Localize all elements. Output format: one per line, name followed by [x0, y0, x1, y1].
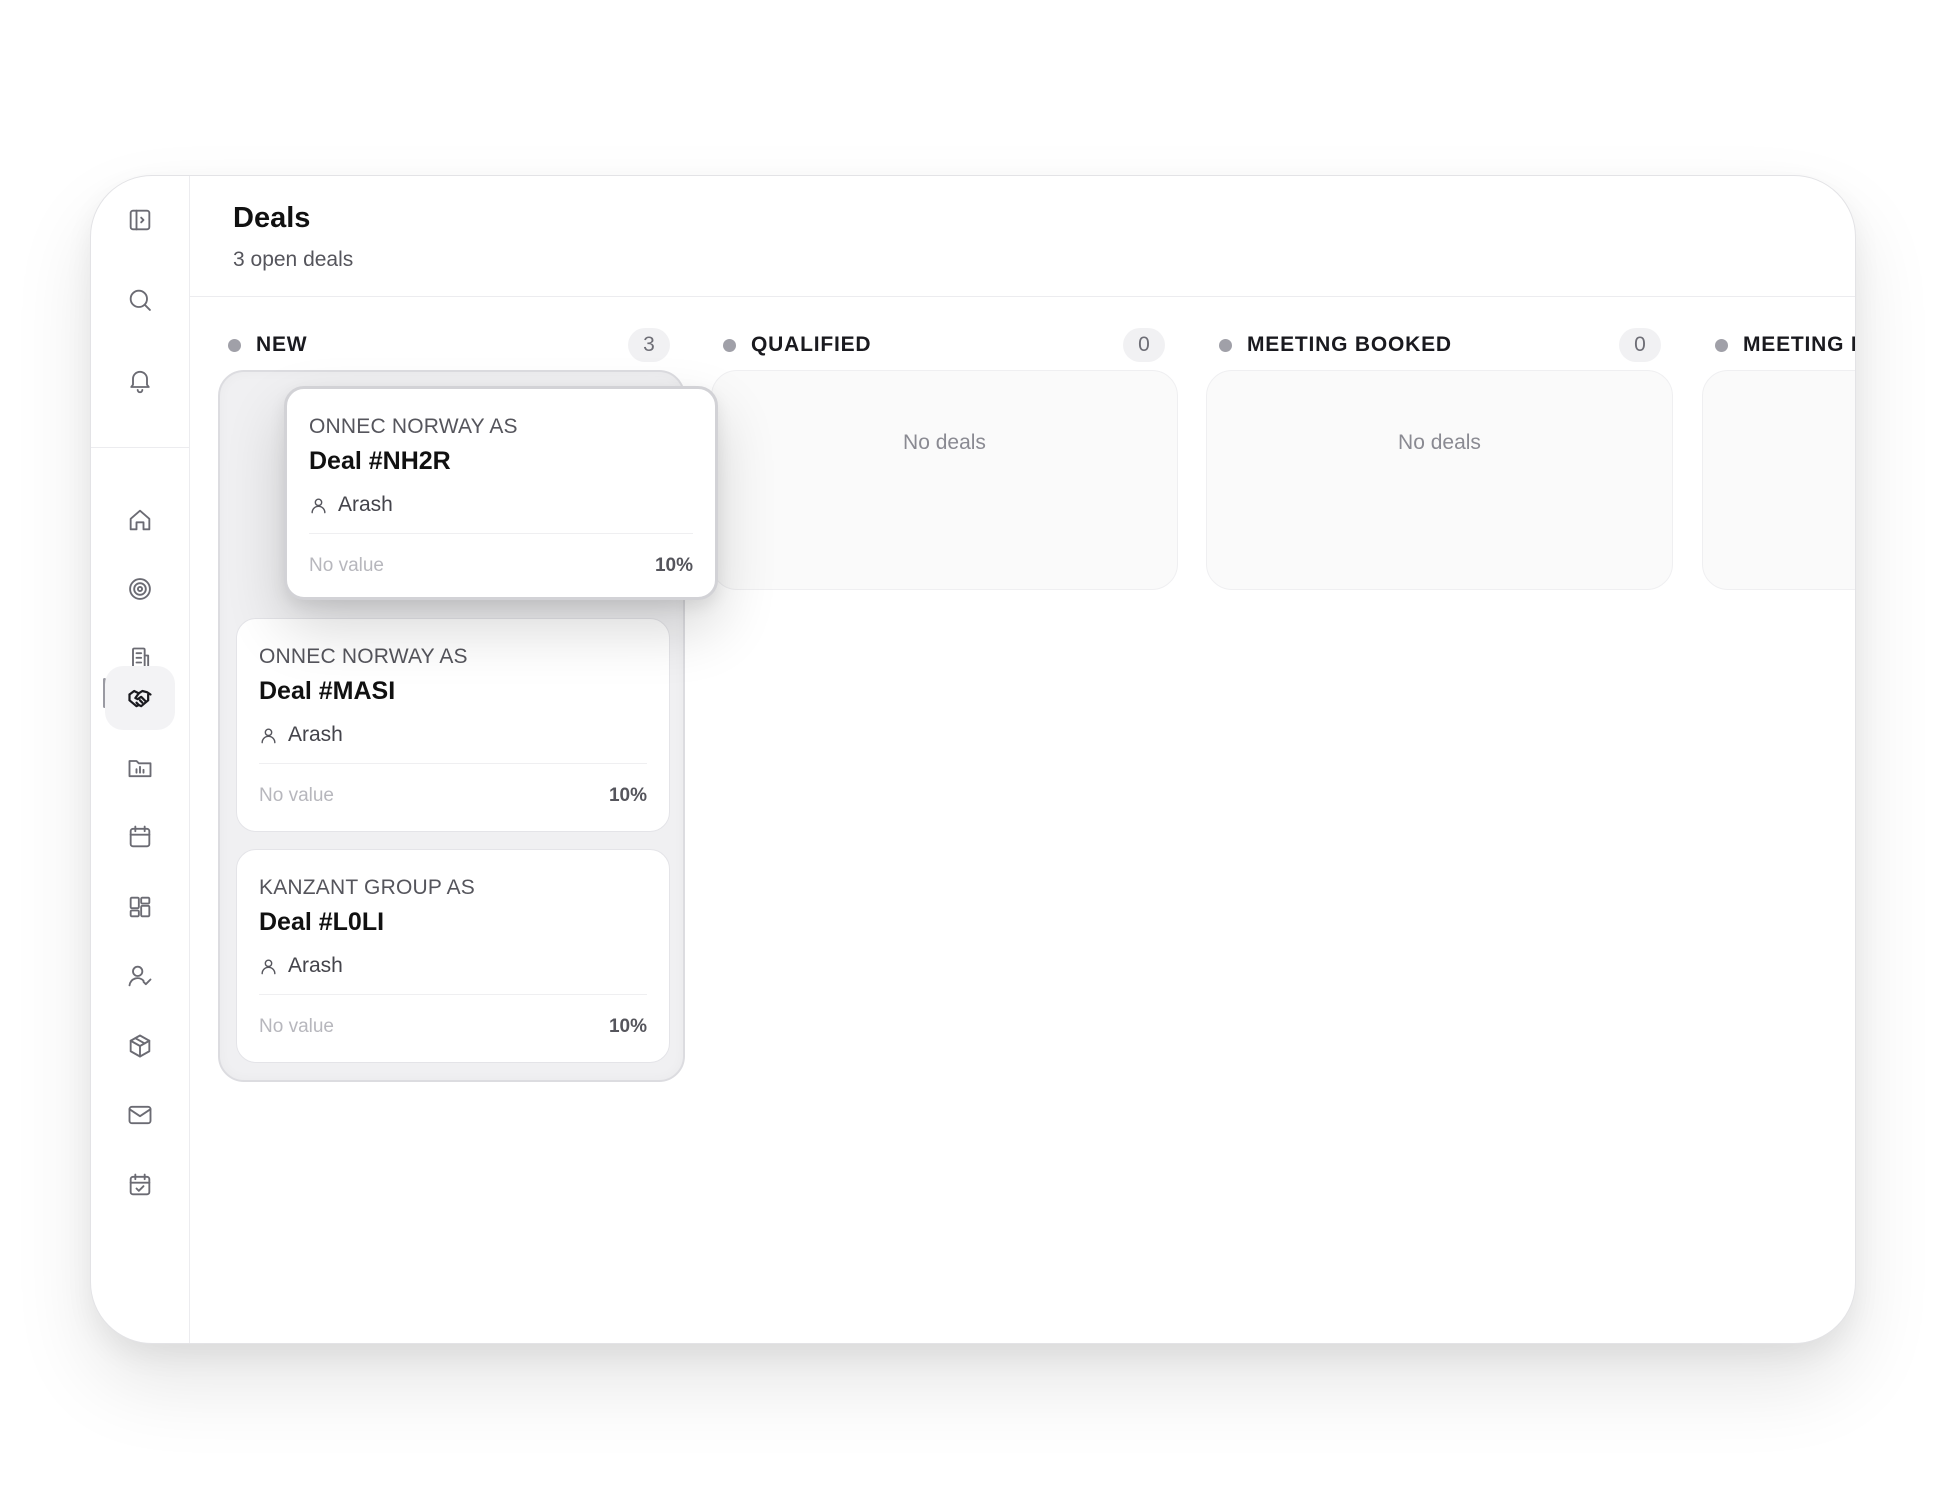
column-dropzone-meeting-booked[interactable]: No deals	[1206, 370, 1673, 590]
user-icon	[311, 497, 326, 513]
deal-owner: Arash	[259, 723, 343, 747]
sidebar-item-home[interactable]	[105, 488, 175, 552]
sidebar	[91, 176, 190, 1343]
column-header-qualified[interactable]: QUALIFIED 0	[723, 328, 1165, 362]
calendar-check-icon	[129, 1173, 151, 1196]
user-icon	[261, 727, 276, 743]
deal-title[interactable]: Deal #L0LI	[259, 908, 384, 937]
mail-icon	[128, 1105, 152, 1125]
handshake-icon	[128, 689, 152, 708]
column-title: QUALIFIED	[751, 333, 872, 356]
deal-owner: Arash	[309, 493, 393, 517]
column-header-meeting-done[interactable]: MEETING D	[1715, 328, 1856, 362]
folder-chart-icon	[128, 760, 152, 778]
sidebar-item-calendar[interactable]	[105, 805, 175, 869]
page-header: Deals 3 open deals	[189, 176, 1855, 297]
empty-state-text: No deals	[903, 431, 986, 454]
card-divider	[309, 533, 693, 534]
deal-probability: 10%	[654, 555, 693, 576]
user-check-icon	[128, 965, 152, 987]
owner-name: Arash	[288, 954, 343, 977]
empty-state-text: No deals	[1398, 431, 1481, 454]
deal-value: No value	[309, 555, 384, 576]
sidebar-item-contacts[interactable]	[105, 944, 175, 1008]
column-dropzone-qualified[interactable]: No deals	[711, 370, 1178, 590]
sidebar-item-deals[interactable]	[105, 666, 175, 730]
status-dot	[1219, 338, 1232, 352]
calendar-icon	[129, 825, 151, 848]
column-title: NEW	[256, 333, 308, 356]
deal-title[interactable]: Deal #NH2R	[309, 447, 451, 476]
sidebar-item-mail[interactable]	[105, 1083, 175, 1147]
card-divider	[259, 994, 647, 995]
sidebar-divider	[91, 447, 189, 448]
column-header-meeting-booked[interactable]: MEETING BOOKED 0	[1219, 328, 1661, 362]
dashboard-icon	[129, 896, 151, 918]
notifications-button[interactable]	[105, 348, 175, 412]
bell-icon	[130, 370, 150, 394]
sidebar-item-tasks[interactable]	[105, 1153, 175, 1217]
deal-owner: Arash	[259, 954, 343, 978]
column-header-new[interactable]: NEW 3	[228, 328, 670, 362]
deal-card[interactable]: ONNEC NORWAY AS Deal #MASI Arash No valu…	[236, 618, 670, 832]
box-icon	[129, 1034, 151, 1058]
owner-name: Arash	[288, 723, 343, 746]
deal-company: ONNEC NORWAY AS	[309, 415, 518, 438]
dragged-deal-card[interactable]: ONNEC NORWAY AS Deal #NH2R Arash No valu…	[284, 386, 718, 600]
sidebar-item-dashboard[interactable]	[105, 875, 175, 939]
sidebar-item-products[interactable]	[105, 1014, 175, 1078]
user-icon	[261, 958, 276, 974]
column-title: MEETING D	[1743, 333, 1856, 356]
column-count-badge: 0	[1123, 328, 1165, 362]
deal-title[interactable]: Deal #MASI	[259, 677, 395, 706]
column-dropzone-meeting-done[interactable]	[1702, 370, 1855, 590]
status-dot	[723, 338, 736, 352]
sidebar-item-projects[interactable]	[105, 736, 175, 800]
column-count-badge: 0	[1619, 328, 1661, 362]
owner-name: Arash	[338, 493, 393, 516]
panel-toggle-icon	[129, 209, 151, 231]
column-count-badge: 3	[628, 328, 670, 362]
deal-probability: 10%	[608, 1016, 647, 1037]
sidebar-item-targets[interactable]	[105, 557, 175, 621]
open-deals-count: 3 open deals	[233, 248, 354, 271]
deal-company: KANZANT GROUP AS	[259, 876, 475, 899]
search-icon	[129, 289, 151, 311]
deal-card[interactable]: KANZANT GROUP AS Deal #L0LI Arash No val…	[236, 849, 670, 1063]
deal-value: No value	[259, 785, 334, 806]
target-icon	[129, 578, 151, 600]
deal-probability: 10%	[608, 785, 647, 806]
card-divider	[259, 763, 647, 764]
deal-company: ONNEC NORWAY AS	[259, 645, 468, 668]
status-dot	[1715, 338, 1728, 352]
status-dot	[228, 338, 241, 352]
column-title: MEETING BOOKED	[1247, 333, 1452, 356]
page-title: Deals	[233, 202, 311, 234]
app-window: Deals 3 open deals NEW 3 QUALIFIED 0 MEE…	[90, 175, 1856, 1344]
deal-value: No value	[259, 1016, 334, 1037]
home-icon	[129, 509, 151, 531]
search-button[interactable]	[105, 268, 175, 332]
panel-toggle-button[interactable]	[105, 188, 175, 252]
